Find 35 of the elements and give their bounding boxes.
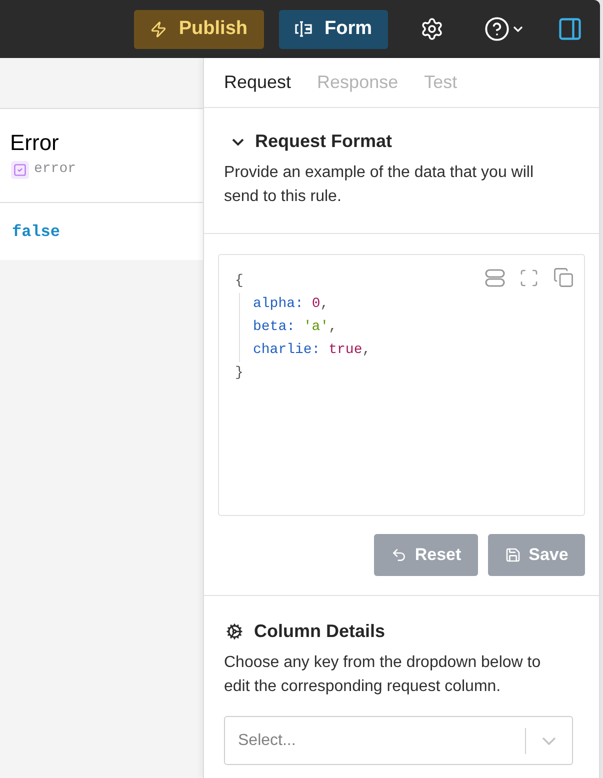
chevron-down-icon (513, 26, 523, 32)
code-line: { (235, 272, 244, 291)
fullscreen-icon[interactable] (519, 268, 539, 288)
publish-button[interactable]: Publish (134, 10, 264, 48)
tab[interactable]: Test (424, 69, 458, 96)
tab[interactable]: Response (317, 69, 398, 96)
lightning-icon (150, 20, 167, 38)
section-description: Provide an example of the data that you will send to this rule. (224, 163, 535, 207)
code-line: charlie: true, (253, 341, 371, 360)
code-line: alpha: 0, (253, 295, 329, 314)
text-input-icon (294, 21, 312, 37)
chevron-icon[interactable] (232, 138, 244, 146)
code-editor[interactable]: { alpha: 0, beta: 'a', charlie: true, } (218, 254, 585, 516)
stacked-rows-icon[interactable] (485, 268, 505, 286)
section-heading: Request Format (255, 130, 392, 153)
boolean-value: false (12, 222, 60, 242)
form-button[interactable]: Form (278, 10, 388, 48)
code-line: beta: 'a', (253, 318, 338, 337)
type-label: error (34, 160, 76, 179)
section-description: Choose any key from the dropdown below to edit the corresponding request column. (224, 653, 542, 697)
help-menu-button[interactable] (484, 16, 523, 42)
select-field[interactable]: Select... (224, 716, 573, 765)
dropdown-chevron-icon (542, 736, 556, 744)
undo-icon (390, 547, 407, 563)
code-line: } (235, 364, 244, 383)
settings-icon[interactable] (420, 17, 444, 41)
checkbox-type-icon (11, 160, 29, 178)
section-heading: Column Details (254, 620, 386, 643)
help-icon (484, 16, 510, 42)
copy-icon[interactable] (553, 267, 574, 288)
side-panel-icon[interactable] (557, 16, 583, 42)
select-placeholder: Select... (238, 732, 296, 748)
cog-icon (226, 623, 243, 640)
tab[interactable]: Request (224, 69, 292, 96)
record-title: Error (10, 129, 59, 157)
